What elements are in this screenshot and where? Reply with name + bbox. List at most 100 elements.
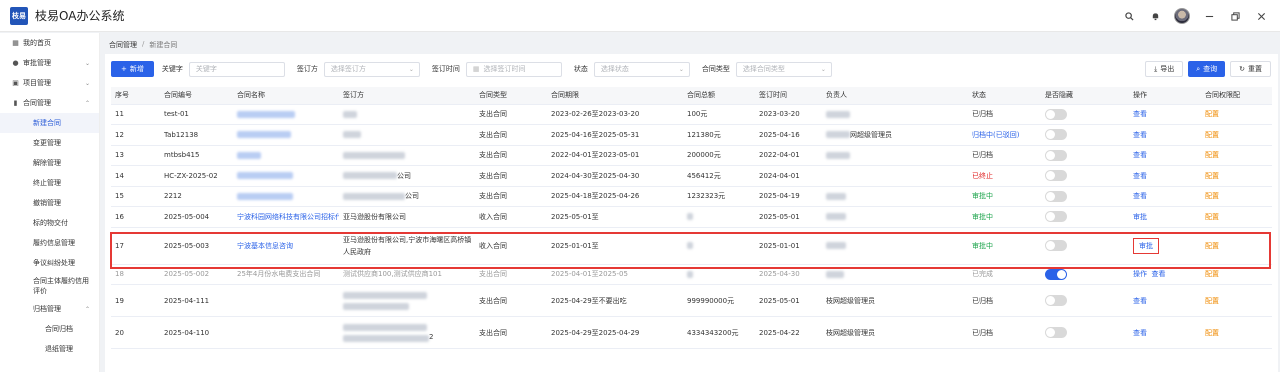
cell-no: 12: [111, 124, 160, 146]
view-link[interactable]: 查看: [1133, 192, 1147, 200]
hidden-toggle[interactable]: [1045, 327, 1067, 338]
view-link[interactable]: 查看: [1133, 172, 1147, 180]
sidebar-item-dispute[interactable]: 争议纠纷处理: [0, 253, 99, 273]
cell-name: 宁波基本信息咨询: [233, 227, 339, 265]
sidebar-item-change[interactable]: 变更管理: [0, 133, 99, 153]
plus-icon: +: [121, 65, 127, 73]
table-row: 14 HC-ZX-2025-02 公司 支出合同 2024-04-30至2025…: [111, 165, 1272, 187]
cell-amount: 1232323元: [683, 186, 755, 207]
sidebar-item-contract[interactable]: ▮ 合同管理 ⌃: [0, 93, 99, 113]
hidden-toggle[interactable]: [1045, 170, 1067, 182]
avatar[interactable]: [1174, 8, 1190, 24]
keyword-input[interactable]: 关键字: [188, 61, 285, 77]
sidebar-item-project[interactable]: ▣ 项目管理 ⌄: [0, 73, 99, 93]
chevron-up-icon: ⌃: [84, 99, 90, 107]
sidebar-item-rescind[interactable]: 解除管理: [0, 153, 99, 173]
keyword-placeholder: 关键字: [195, 65, 217, 73]
view-link[interactable]: 查看: [1133, 329, 1147, 337]
main-content: 合同管理 / 新建合同 + 新增 关键字 关键字 签订方 选择签订方 ⌄ 签订时…: [100, 33, 1280, 372]
breadcrumb: 合同管理 / 新建合同: [109, 40, 177, 50]
sidebar-item-archive[interactable]: 归档管理 ⌃: [0, 299, 99, 319]
cell-term: 2025-04-29至不要出吃: [547, 284, 683, 317]
hidden-toggle[interactable]: [1045, 295, 1067, 306]
status-select[interactable]: 选择状态 ⌄: [593, 61, 690, 77]
hidden-toggle[interactable]: [1045, 190, 1067, 202]
table-row: 15 2212 公司 支出合同 2025-04-18至2025-04-26 12…: [111, 186, 1272, 207]
sidebar-item-contract-archive[interactable]: 合同归档: [0, 319, 99, 339]
reset-button[interactable]: ↻ 重置: [1230, 61, 1271, 77]
approve-link[interactable]: 审批: [1133, 213, 1147, 221]
cell-status: 已归档: [968, 316, 1041, 349]
sidebar-item-revoke[interactable]: 撤销管理: [0, 193, 99, 213]
sidebar-item-performance[interactable]: 履约信息管理: [0, 233, 99, 253]
config-link[interactable]: 配置: [1205, 297, 1219, 305]
table-row-highlighted: 17 2025-05-003 宁波基本信息咨询 亚马逊股份有限公司,宁波市海曙区…: [111, 227, 1272, 265]
operate-link[interactable]: 操作: [1133, 270, 1147, 278]
config-link[interactable]: 配置: [1205, 110, 1219, 118]
sidebar-item-credit-eval[interactable]: 合同主体履约信用评价: [0, 273, 99, 299]
cell-status: 归档中(已驳回): [968, 124, 1041, 146]
hidden-toggle[interactable]: [1045, 268, 1067, 280]
cell-hidden: [1041, 284, 1129, 317]
add-contract-button[interactable]: + 新增: [111, 61, 154, 77]
sidebar-item-return[interactable]: 退纸管理: [0, 339, 99, 359]
config-link[interactable]: 配置: [1205, 213, 1219, 221]
contract-name-link[interactable]: 宁波基本信息咨询: [237, 242, 293, 250]
sidebar-item-home[interactable]: ▦ 我的首页: [0, 33, 99, 53]
chevron-down-icon: ⌄: [820, 65, 826, 73]
view-link[interactable]: 查看: [1133, 110, 1147, 118]
restore-icon[interactable]: [1228, 9, 1242, 23]
cell-ops: 查看: [1129, 165, 1201, 187]
contract-name-link[interactable]: 宁波科园网络科技有限公司招标代理: [237, 213, 339, 221]
user-icon: ●: [12, 59, 19, 67]
hidden-toggle[interactable]: [1045, 240, 1067, 251]
search-icon[interactable]: [1122, 9, 1136, 23]
cell-status: 审批中: [968, 206, 1041, 228]
cell-status: 已归档: [968, 284, 1041, 317]
cell-hidden: [1041, 165, 1129, 187]
sidebar-item-new-contract[interactable]: 新建合同: [0, 113, 99, 133]
sidebar-item-delivery[interactable]: 标的物交付: [0, 213, 99, 233]
date-picker[interactable]: ▦ 选择签订时间: [465, 61, 562, 77]
sidebar-item-approval[interactable]: ● 审批管理 ⌄: [0, 53, 99, 73]
hidden-toggle[interactable]: [1045, 149, 1067, 161]
sidebar-item-terminate[interactable]: 终止管理: [0, 173, 99, 193]
status-placeholder: 选择状态: [600, 65, 629, 73]
export-button[interactable]: ⤓ 导出: [1145, 61, 1184, 77]
close-icon[interactable]: [1254, 9, 1268, 23]
config-link[interactable]: 配置: [1205, 172, 1219, 180]
hidden-toggle[interactable]: [1045, 211, 1067, 223]
bell-icon[interactable]: [1148, 9, 1162, 23]
party-select[interactable]: 选择签订方 ⌄: [323, 61, 420, 77]
breadcrumb-root[interactable]: 合同管理: [109, 40, 137, 50]
cell-no: 15: [111, 186, 160, 207]
hidden-toggle[interactable]: [1045, 108, 1067, 120]
config-link[interactable]: 配置: [1205, 329, 1219, 337]
query-button[interactable]: ⌕ 查询: [1188, 61, 1226, 77]
view-link[interactable]: 查看: [1151, 270, 1165, 278]
cell-party: 测试供应商100,测试供应商101: [339, 264, 475, 285]
view-link[interactable]: 查看: [1133, 151, 1147, 159]
minimize-icon[interactable]: [1202, 9, 1216, 23]
type-select[interactable]: 选择合同类型 ⌄: [735, 61, 832, 77]
config-link[interactable]: 配置: [1205, 270, 1219, 278]
config-link[interactable]: 配置: [1205, 192, 1219, 200]
cell-status: 已完成: [968, 264, 1041, 285]
config-link[interactable]: 配置: [1205, 131, 1219, 139]
cell-term: 2025-04-18至2025-04-26: [547, 186, 683, 207]
cell-owner: 网超级管理员: [822, 124, 968, 146]
keyword-label: 关键字: [161, 65, 183, 73]
table-row: 18 2025-05-002 25年4月份水电费支出合同 测试供应商100,测试…: [111, 264, 1272, 285]
view-link[interactable]: 查看: [1133, 297, 1147, 305]
hidden-toggle[interactable]: [1045, 129, 1067, 141]
view-link[interactable]: 查看: [1133, 131, 1147, 139]
config-link[interactable]: 配置: [1205, 151, 1219, 159]
redacted-text: [343, 334, 429, 342]
table-row: 16 2025-05-004 宁波科园网络科技有限公司招标代理 亚马逊股份有限公…: [111, 206, 1272, 228]
cell-hidden: [1041, 227, 1129, 265]
config-link[interactable]: 配置: [1205, 242, 1219, 250]
redacted-text: [343, 302, 409, 310]
approve-button-highlighted[interactable]: 审批: [1133, 237, 1159, 254]
col-type: 合同类型: [475, 87, 547, 105]
cell-owner: [822, 227, 968, 265]
